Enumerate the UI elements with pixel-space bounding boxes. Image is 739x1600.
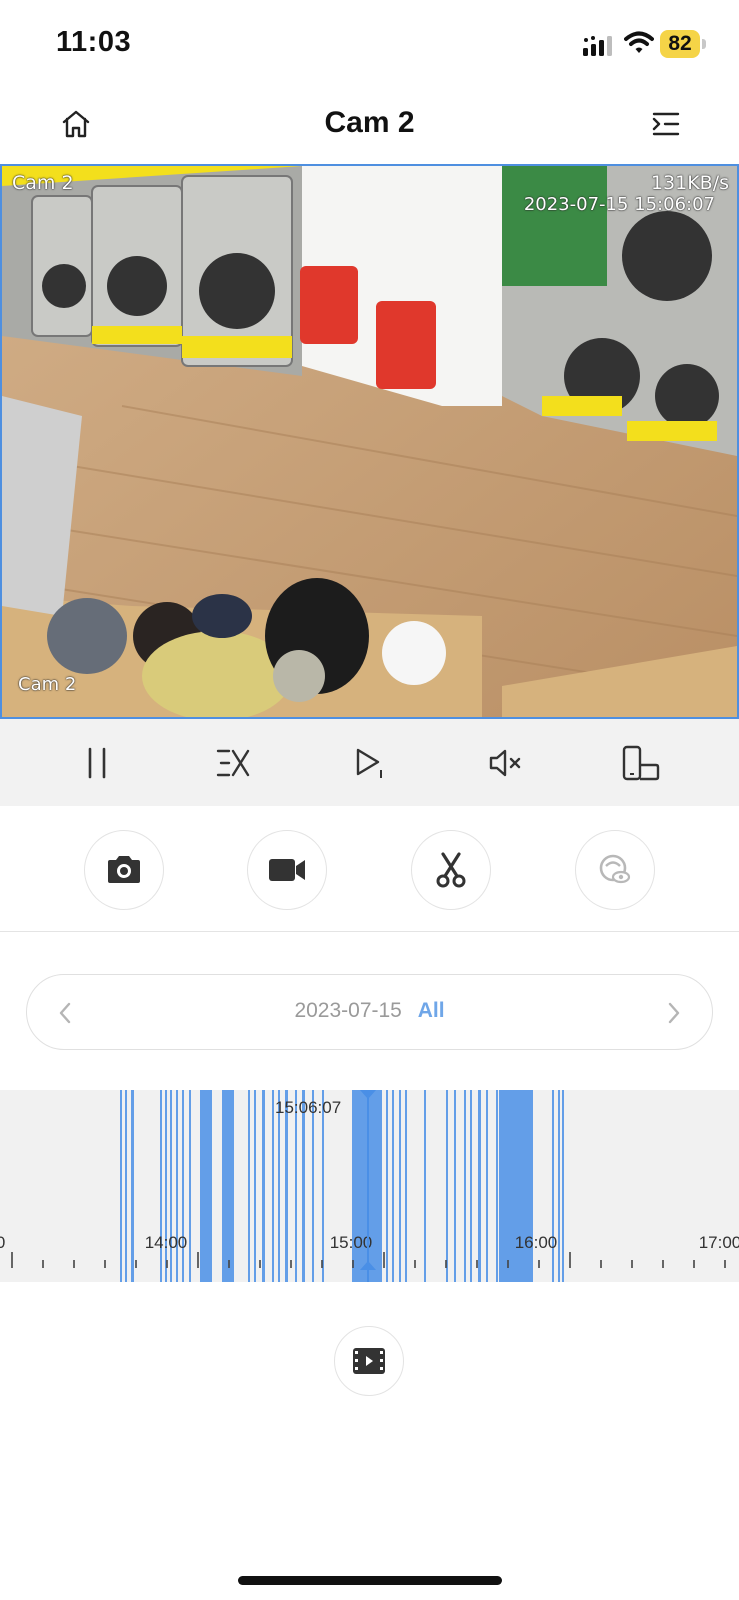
- recording-segment: [399, 1090, 401, 1282]
- timeline-tick-label: 15:00: [330, 1233, 373, 1252]
- timeline-graphic[interactable]: 13:00 14:00 15:00 16:00 17:00: [0, 1090, 739, 1282]
- recording-segment: [125, 1090, 127, 1282]
- clip-button[interactable]: [411, 830, 491, 910]
- recording-segment: [322, 1090, 324, 1282]
- recording-segment: [248, 1090, 250, 1282]
- video-camera-label-bottom: Cam 2: [18, 674, 77, 695]
- video-osd-timestamp: 2023-07-15 15:06:07: [523, 194, 715, 215]
- filter-all-option[interactable]: All: [418, 999, 445, 1022]
- recording-segment: [558, 1090, 560, 1282]
- film-icon: [353, 1348, 385, 1374]
- recording-segment: [254, 1090, 256, 1282]
- recording-segment: [446, 1090, 448, 1282]
- playback-control-bar: [0, 719, 739, 806]
- recording-timeline[interactable]: 13:00 14:00 15:00 16:00 17:00 15:06:07: [0, 1090, 739, 1282]
- timeline-tick-label: 14:00: [145, 1233, 188, 1252]
- selected-date[interactable]: 2023-07-15: [294, 999, 401, 1022]
- recording-segment: [222, 1090, 234, 1282]
- recordings-list-button[interactable]: [334, 1326, 404, 1396]
- recording-segment: [464, 1090, 466, 1282]
- recording-segment: [120, 1090, 122, 1282]
- recording-segment: [386, 1090, 388, 1282]
- status-bar: 11:03 82: [0, 0, 739, 90]
- privacy-icon: [599, 854, 631, 884]
- video-camera-label: Cam 2: [12, 172, 74, 194]
- timeline-tick-label: 16:00: [515, 1233, 558, 1252]
- camera-feed-image: [2, 166, 737, 717]
- menu-button[interactable]: [646, 104, 686, 144]
- recording-segment: [295, 1090, 297, 1282]
- action-row: [0, 806, 739, 932]
- recording-segment: [160, 1090, 162, 1282]
- play-frame-icon: [356, 748, 382, 778]
- pause-button[interactable]: [73, 739, 121, 787]
- home-indicator: [238, 1576, 502, 1585]
- camera-icon: [108, 856, 140, 883]
- cellular-signal-icon: [583, 36, 612, 56]
- scissors-icon: [436, 852, 466, 888]
- menu-collapse-icon: [652, 112, 680, 136]
- timeline-tick-label: 17:00: [699, 1233, 739, 1252]
- layout-icon: [622, 745, 660, 781]
- recording-segment: [424, 1090, 426, 1282]
- status-time: 11:03: [56, 26, 132, 58]
- recording-segment: [189, 1090, 191, 1282]
- recording-segment: [272, 1090, 274, 1282]
- video-player[interactable]: Cam 2 131KB/s 2023-07-15 15:06:07 Cam 2: [0, 164, 739, 719]
- wifi-icon: [624, 31, 654, 53]
- recording-segment: [454, 1090, 456, 1282]
- video-bitrate: 131KB/s: [650, 172, 729, 194]
- recording-segment: [496, 1090, 498, 1282]
- recording-segment: [285, 1090, 288, 1282]
- recording-segment: [170, 1090, 172, 1282]
- recording-segment: [302, 1090, 305, 1282]
- recording-segment: [562, 1090, 564, 1282]
- pause-icon: [88, 747, 106, 779]
- layout-button[interactable]: [617, 739, 665, 787]
- recording-segment: [552, 1090, 554, 1282]
- recording-segment: [165, 1090, 167, 1282]
- date-selector: 2023-07-15 All: [26, 974, 713, 1050]
- video-record-icon: [269, 859, 305, 881]
- battery-level: 82: [660, 30, 700, 58]
- recording-segment: [478, 1090, 481, 1282]
- speed-icon: [216, 749, 250, 777]
- playback-speed-button[interactable]: [209, 739, 257, 787]
- navigation-bar: Cam 2: [0, 90, 739, 164]
- battery-icon: 82: [660, 30, 706, 58]
- recording-segment: [405, 1090, 407, 1282]
- timeline-cursor-time: 15:06:07: [275, 1098, 342, 1117]
- recording-segment: [182, 1090, 184, 1282]
- privacy-button[interactable]: [575, 830, 655, 910]
- date-display[interactable]: 2023-07-15 All: [27, 999, 712, 1023]
- snapshot-button[interactable]: [84, 830, 164, 910]
- recording-segment: [470, 1090, 472, 1282]
- next-date-button[interactable]: [654, 993, 694, 1033]
- page-title: Cam 2: [324, 106, 415, 139]
- recording-segment: [262, 1090, 265, 1282]
- recording-segment: [200, 1090, 212, 1282]
- frame-step-button[interactable]: [345, 739, 393, 787]
- recording-segment: [278, 1090, 280, 1282]
- recording-segment: [176, 1090, 178, 1282]
- mute-button[interactable]: [481, 739, 529, 787]
- chevron-right-icon: [668, 1002, 680, 1024]
- mute-icon: [489, 749, 521, 777]
- recording-segment: [312, 1090, 314, 1282]
- record-button[interactable]: [247, 830, 327, 910]
- recording-segment: [486, 1090, 488, 1282]
- timeline-tick-label: 13:00: [0, 1233, 5, 1252]
- recording-segment: [131, 1090, 134, 1282]
- recording-segment: [392, 1090, 394, 1282]
- recording-segment: [499, 1090, 533, 1282]
